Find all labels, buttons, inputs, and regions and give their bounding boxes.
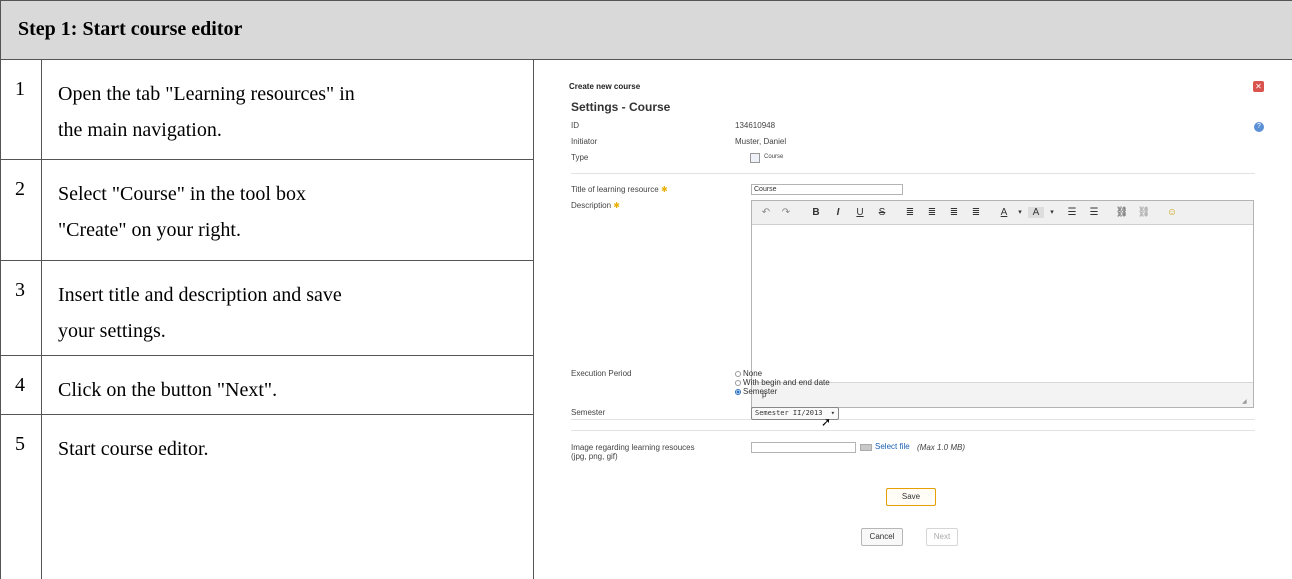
section-title: Settings - Course <box>571 100 671 114</box>
radio-label: With begin and end date <box>743 378 830 387</box>
radio-label: Semester <box>743 387 778 396</box>
max-size-note: (Max 1.0 MB) <box>917 443 966 452</box>
semester-label: Semester <box>571 408 606 417</box>
divider <box>571 173 1255 174</box>
course-icon <box>750 153 760 163</box>
execution-period-label: Execution Period <box>571 369 632 378</box>
bullet-list-icon[interactable]: ☰ <box>1064 205 1080 220</box>
bold-icon[interactable]: B <box>808 205 824 220</box>
numbered-list-icon[interactable]: ☰ <box>1086 205 1102 220</box>
type-label: Type <box>571 153 589 162</box>
title-input[interactable]: Course <box>751 184 903 195</box>
divider <box>571 430 1255 431</box>
italic-icon[interactable]: I <box>830 205 846 220</box>
step-text-line: Start course editor. <box>58 438 209 460</box>
undo-icon[interactable]: ↶ <box>758 205 774 220</box>
align-right-icon[interactable]: ≣ <box>946 205 962 220</box>
step-header: Step 1: Start course editor <box>1 0 1292 60</box>
step-text-line: Select "Course" in the tool box <box>58 183 306 205</box>
step-text: Start course editor. <box>58 431 518 467</box>
step-text-line: Insert title and description and save <box>58 284 342 306</box>
dropdown-icon[interactable]: ▾ <box>1044 205 1060 220</box>
step-text-line: Click on the button "Next". <box>58 379 278 401</box>
radio-icon <box>735 379 741 386</box>
select-file-link[interactable]: Select file <box>875 442 910 451</box>
step-text: Open the tab "Learning resources" in the… <box>58 76 518 148</box>
justify-icon[interactable]: ≣ <box>968 205 984 220</box>
radio-label: None <box>743 369 763 378</box>
step-text-line: "Create" on your right. <box>58 219 241 241</box>
id-label: ID <box>571 121 579 130</box>
tutorial-table: Step 1: Start course editor 1 Open the t… <box>0 0 1292 579</box>
underline-icon[interactable]: U <box>852 205 868 220</box>
file-input[interactable] <box>751 442 856 453</box>
step-text-line: the main navigation. <box>58 119 222 141</box>
step-text-line: your settings. <box>58 320 166 342</box>
step-number: 2 <box>1 160 42 260</box>
step-row: 3 Insert title and description and save … <box>1 261 534 356</box>
description-label: Description ✱ <box>571 201 620 210</box>
initiator-label: Initiator <box>571 137 598 146</box>
image-label: Image regarding learning resouces (jpg, … <box>571 443 695 461</box>
align-center-icon[interactable]: ≣ <box>924 205 940 220</box>
step-row: 2 Select "Course" in the tool box "Creat… <box>1 160 534 261</box>
text-color-icon[interactable]: A <box>996 205 1012 220</box>
dialog-title: Create new course <box>569 82 641 91</box>
required-icon: ✱ <box>613 201 620 210</box>
radio-icon <box>735 370 741 377</box>
link-icon[interactable]: ⛓ <box>1114 205 1130 220</box>
align-left-icon[interactable]: ≣ <box>902 205 918 220</box>
period-radio-group: None With begin and end date Semester <box>735 369 830 396</box>
radio-begin-end[interactable]: With begin and end date <box>735 378 830 387</box>
mouse-cursor-icon: ➚ <box>821 415 832 429</box>
description-label-text: Description <box>571 201 612 210</box>
radio-semester[interactable]: Semester <box>735 387 830 396</box>
step-number: 5 <box>1 415 42 579</box>
resize-handle-icon[interactable]: ◢ <box>1242 398 1247 405</box>
help-icon[interactable]: ? <box>1254 122 1264 132</box>
image-label-line: Image regarding learning resouces <box>571 443 695 452</box>
image-label-line: (jpg, png, gif) <box>571 452 618 461</box>
radio-selected-icon <box>735 388 741 395</box>
bg-color-icon[interactable]: A <box>1028 207 1044 218</box>
step-text: Insert title and description and save yo… <box>58 277 518 349</box>
unlink-icon[interactable]: ⛓ <box>1136 205 1152 220</box>
cancel-button[interactable]: Cancel <box>861 528 903 546</box>
type-value: Course <box>764 154 784 160</box>
step-number: 3 <box>1 261 42 355</box>
file-icon <box>860 444 872 451</box>
divider <box>571 419 1255 420</box>
step-number: 4 <box>1 356 42 414</box>
initiator-value: Muster, Daniel <box>735 137 787 146</box>
step-text-line: Open the tab "Learning resources" in <box>58 83 355 105</box>
close-icon[interactable]: ✕ <box>1253 81 1264 92</box>
dropdown-icon[interactable]: ▾ <box>1012 205 1028 220</box>
required-icon: ✱ <box>660 185 668 194</box>
id-value: 134610948 <box>735 121 776 130</box>
step-row: 1 Open the tab "Learning resources" in t… <box>1 60 534 160</box>
steps-column: 1 Open the tab "Learning resources" in t… <box>1 60 534 579</box>
create-course-dialog: Create new course ✕ Settings - Course ID… <box>535 60 1292 579</box>
emoji-icon[interactable]: ☺ <box>1164 205 1180 220</box>
semester-select-value: Semester II/2013 <box>755 409 823 417</box>
step-row: 5 Start course editor. <box>1 415 534 579</box>
next-button[interactable]: Next <box>926 528 958 546</box>
radio-none[interactable]: None <box>735 369 830 378</box>
step-row: 4 Click on the button "Next". <box>1 356 534 415</box>
step-text: Click on the button "Next". <box>58 372 518 408</box>
step-text: Select "Course" in the tool box "Create"… <box>58 176 518 248</box>
title-label-text: Title of learning resource <box>571 185 659 194</box>
editor-toolbar: ↶ ↷ B I U S ≣ ≣ ≣ ≣ A ▾ A ▾ ☰ ☰ ⛓ ⛓ ☺ <box>752 201 1253 225</box>
save-button[interactable]: Save <box>886 488 936 506</box>
chevron-down-icon: ▾ <box>830 409 835 417</box>
strikethrough-icon[interactable]: S <box>874 205 890 220</box>
title-label: Title of learning resource ✱ <box>571 185 668 194</box>
step-number: 1 <box>1 60 42 159</box>
redo-icon[interactable]: ↷ <box>778 205 794 220</box>
step-title: Step 1: Start course editor <box>18 18 243 40</box>
